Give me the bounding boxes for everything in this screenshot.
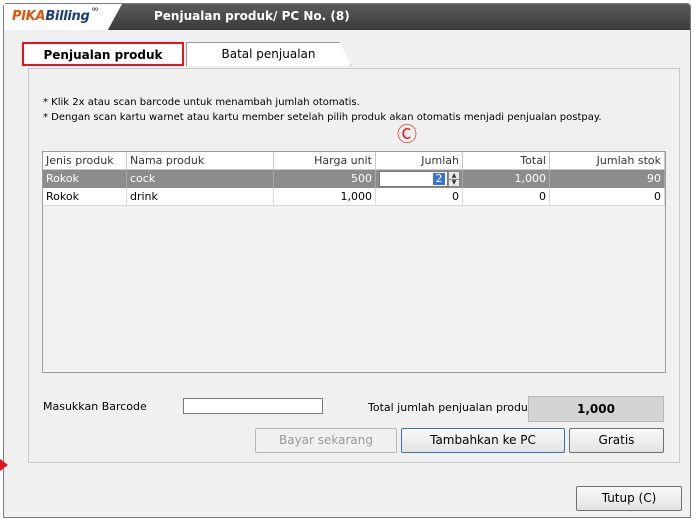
logo-pika-text: PIKA xyxy=(12,9,46,24)
callout-marker-c: Ⓒ xyxy=(397,122,417,146)
window-title: Penjualan produk/ PC No. (8) xyxy=(154,9,350,23)
barcode-input[interactable] xyxy=(183,398,323,414)
quantity-value: 2 xyxy=(433,173,445,185)
total-sales-value: 1,000 xyxy=(528,396,664,422)
column-header-qty[interactable]: Jumlah xyxy=(376,152,463,170)
spin-down-icon[interactable]: ▼ xyxy=(449,179,459,186)
barcode-label: Masukkan Barcode xyxy=(43,400,147,413)
cell-total: 0 xyxy=(463,188,550,206)
cell-name: cock xyxy=(127,170,274,188)
cell-stock: 0 xyxy=(550,188,665,206)
title-bar: PIKABilling °° Penjualan produk/ PC No. … xyxy=(4,4,690,30)
table-header: Jenis produk Nama produk Harga unit Juml… xyxy=(43,152,665,170)
logo-billing-text: Billing xyxy=(45,9,90,24)
cell-price: 500 xyxy=(274,170,376,188)
tab-penjualan-produk[interactable]: Penjualan produk xyxy=(22,42,184,66)
cell-type: Rokok xyxy=(43,170,127,188)
cell-total: 1,000 xyxy=(463,170,550,188)
table-row[interactable]: Rokok cock 500 1,000 90 2 ▲ ▼ xyxy=(43,170,665,188)
column-header-type[interactable]: Jenis produk xyxy=(43,152,127,170)
close-button[interactable]: Tutup (C) xyxy=(576,486,682,511)
cell-name: drink xyxy=(127,188,274,206)
pikabilling-logo: PIKABilling °° xyxy=(4,4,122,30)
quantity-stepper[interactable]: ▲ ▼ xyxy=(448,171,460,187)
cell-type: Rokok xyxy=(43,188,127,206)
column-header-price[interactable]: Harga unit xyxy=(274,152,376,170)
total-sales-label: Total jumlah penjualan produk xyxy=(368,401,535,414)
cell-stock: 90 xyxy=(550,170,665,188)
free-button[interactable]: Gratis xyxy=(569,428,664,453)
column-header-stock[interactable]: Jumlah stok xyxy=(550,152,665,170)
tab-batal-penjualan[interactable]: Batal penjualan xyxy=(186,42,351,66)
logo-dots-icon: °° xyxy=(91,7,99,18)
column-header-total[interactable]: Total xyxy=(463,152,550,170)
add-to-pc-button[interactable]: Tambahkan ke PC xyxy=(401,428,565,453)
cell-price: 1,000 xyxy=(274,188,376,206)
pay-now-button[interactable]: Bayar sekarang xyxy=(255,428,397,453)
column-header-name[interactable]: Nama produk xyxy=(127,152,274,170)
pointer-arrow-icon xyxy=(0,459,8,471)
quantity-input[interactable]: 2 xyxy=(379,171,448,187)
info-line-postpay: * Dengan scan kartu warnet atau kartu me… xyxy=(43,112,602,123)
info-line-barcode: * Klik 2x atau scan barcode untuk menamb… xyxy=(43,97,360,108)
product-table: Jenis produk Nama produk Harga unit Juml… xyxy=(42,151,666,373)
table-row[interactable]: Rokok drink 1,000 0 0 0 xyxy=(43,188,665,206)
cell-qty: 0 xyxy=(376,188,463,206)
